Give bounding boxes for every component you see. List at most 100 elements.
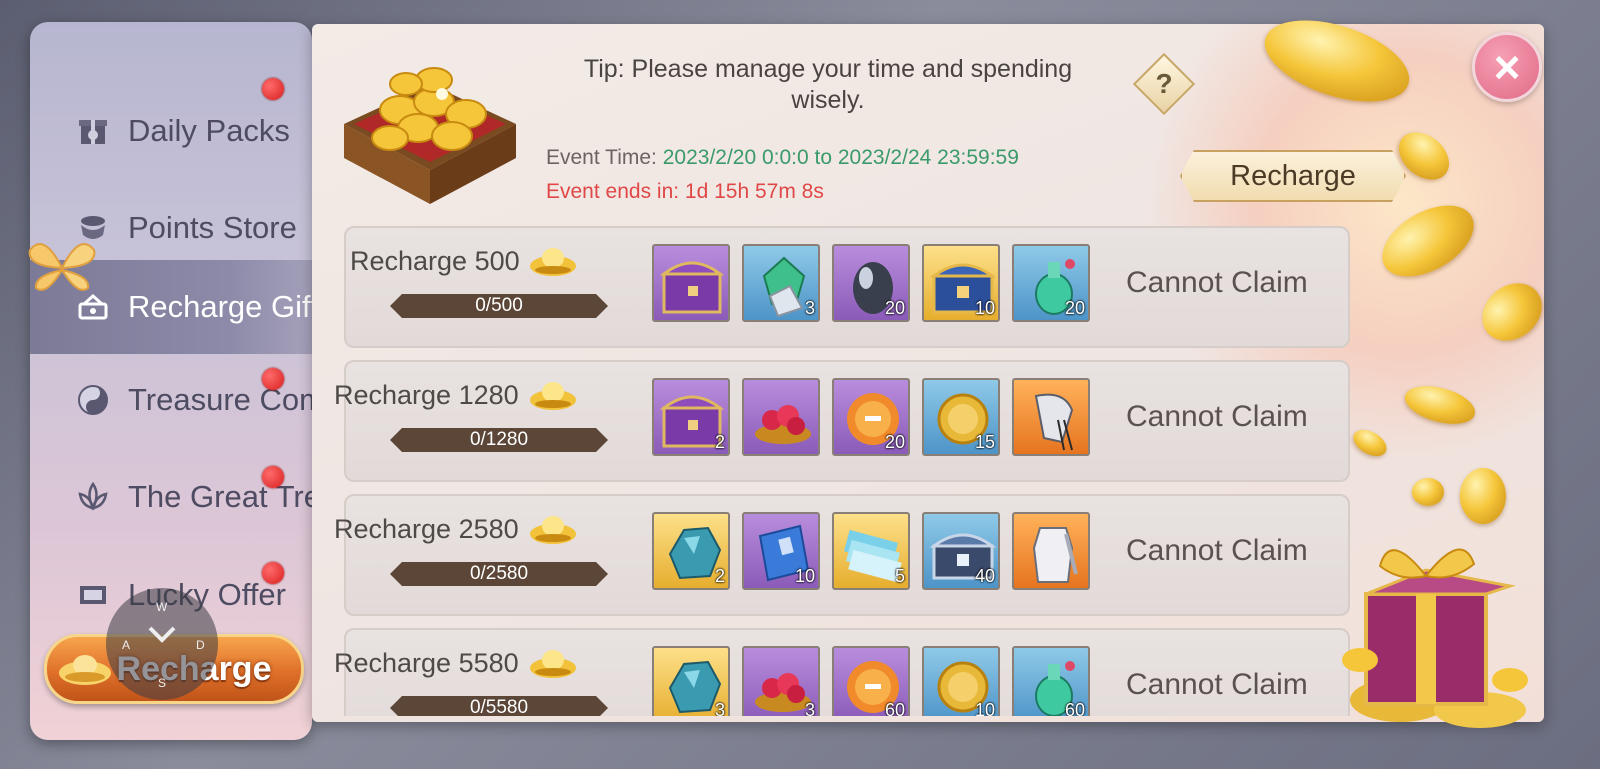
- item-quantity: 60: [1064, 700, 1085, 716]
- gold-ingot-icon: [59, 655, 111, 685]
- reward-row: Recharge 1280 0/1280 2 20 15 Cannot Clai…: [334, 360, 1350, 482]
- fruit-bowl-icon: [755, 405, 811, 444]
- event-time-label: Event Time:: [546, 146, 657, 169]
- reward-item[interactable]: 3: [652, 646, 730, 716]
- sidebar-item-treasure-compass[interactable]: Treasure Compass: [30, 353, 312, 447]
- progress-bar: 0/1280: [390, 428, 608, 452]
- close-button[interactable]: ×: [1472, 32, 1542, 102]
- progress-text: 0/500: [475, 295, 523, 316]
- reward-item[interactable]: [1012, 378, 1090, 456]
- sidebar-item-label: Recharge Gift: [128, 289, 312, 324]
- yin-yang-icon: [76, 383, 110, 417]
- reward-item[interactable]: 60: [832, 646, 910, 716]
- reward-item[interactable]: 60: [1012, 646, 1090, 716]
- close-icon: ×: [1493, 41, 1521, 93]
- lotus-icon: [76, 480, 110, 514]
- item-quantity: 3: [804, 298, 815, 318]
- row-recharge-label: Recharge 2580: [334, 514, 519, 544]
- sidebar-item-label: The Great Treasure: [128, 479, 312, 514]
- notification-badge: [262, 78, 284, 100]
- item-quantity: 2: [714, 432, 725, 452]
- item-quantity: 15: [974, 432, 995, 452]
- notification-badge: [262, 562, 284, 584]
- gold-ingot-icon: [530, 248, 576, 276]
- gold-ingot-icon: [530, 650, 576, 678]
- item-quantity: 3: [804, 700, 815, 716]
- gold-ingot-icon: [530, 516, 576, 544]
- reward-item[interactable]: [652, 244, 730, 322]
- reward-item[interactable]: 20: [832, 244, 910, 322]
- help-icon: ?: [1155, 68, 1173, 99]
- reward-item[interactable]: 3: [742, 244, 820, 322]
- virtual-joystick[interactable]: W A D S: [106, 588, 218, 700]
- reward-item[interactable]: 20: [1012, 244, 1090, 322]
- purple-chest-icon: [659, 261, 725, 314]
- joystick-down-key: S: [158, 676, 167, 690]
- event-countdown: Event ends in: 1d 15h 57m 8s: [546, 180, 824, 203]
- tip-text: Tip: Please manage your time and spendin…: [583, 55, 1073, 114]
- item-quantity: 10: [794, 566, 815, 586]
- progress-bar: 0/5580: [390, 696, 608, 716]
- recharge-button-label: Recharge: [1230, 159, 1356, 192]
- reward-item[interactable]: [742, 378, 820, 456]
- sidebar: Daily Packs Points Store Recharge Gift T…: [30, 22, 312, 740]
- reward-item[interactable]: [1012, 512, 1090, 590]
- row-recharge-label: Recharge 500: [350, 246, 520, 276]
- butterfly-icon: [28, 243, 96, 291]
- armor-piece-icon: [1034, 393, 1074, 451]
- sidebar-item-label: Treasure Compass: [128, 382, 312, 417]
- item-quantity: 40: [974, 566, 995, 586]
- reward-item[interactable]: 10: [922, 244, 1000, 322]
- gift-box-decoration: [1342, 548, 1528, 728]
- notification-badge: [262, 466, 284, 488]
- claim-status: Cannot Claim: [1126, 534, 1308, 567]
- reward-item[interactable]: 2: [652, 512, 730, 590]
- reward-item[interactable]: 20: [832, 378, 910, 456]
- reward-item[interactable]: 10: [922, 646, 1000, 716]
- item-quantity: 20: [884, 298, 905, 318]
- coin-chest-icon: [344, 67, 516, 204]
- white-armor-icon: [1032, 527, 1078, 583]
- sidebar-item-label: Points Store: [128, 210, 297, 245]
- item-quantity: 60: [884, 700, 905, 716]
- event-time: Event Time: 2023/2/20 0:0:0 to 2023/2/24…: [546, 146, 1019, 170]
- reward-row: Recharge 2580 0/2580 2 10 5 40 Cannot Cl…: [334, 494, 1350, 616]
- reward-item[interactable]: 5: [832, 512, 910, 590]
- reward-item[interactable]: 3: [742, 646, 820, 716]
- reward-item[interactable]: 2: [652, 378, 730, 456]
- sidebar-item-great-treasure[interactable]: The Great Treasure: [30, 450, 312, 544]
- reward-row: Recharge 500 0/500 3 20 10 20 Cannot Cla…: [344, 226, 1350, 348]
- progress-text: 0/1280: [469, 429, 529, 450]
- progress-text: 0/5580: [469, 697, 529, 716]
- row-recharge-label: Recharge 5580: [334, 648, 519, 678]
- gift-box-icon: [76, 114, 110, 148]
- event-time-value: 2023/2/20 0:0:0 to 2023/2/24 23:59:59: [662, 146, 1019, 169]
- item-quantity: 10: [974, 298, 995, 318]
- joystick-left-key: A: [122, 638, 131, 652]
- chevron-down-icon: [148, 626, 176, 643]
- row-recharge-label: Recharge 1280: [334, 380, 519, 410]
- reward-row: Recharge 5580 0/5580 3 3 60 10 60 Cannot…: [334, 628, 1350, 716]
- progress-bar: 0/500: [390, 294, 608, 318]
- progress-bar: 0/2580: [390, 562, 608, 586]
- joystick-up-key: W: [156, 600, 168, 614]
- item-quantity: 20: [884, 432, 905, 452]
- item-quantity: 5: [894, 566, 905, 586]
- recharge-button[interactable]: Recharge: [1180, 150, 1406, 202]
- progress-text: 0/2580: [469, 563, 529, 584]
- item-quantity: 10: [974, 700, 995, 716]
- lucky-offer-icon: [76, 578, 110, 612]
- gold-ingot-icon: [530, 382, 576, 410]
- sidebar-item-label: Daily Packs: [128, 113, 290, 148]
- joystick-right-key: D: [196, 638, 205, 652]
- claim-status: Cannot Claim: [1126, 266, 1308, 299]
- notification-badge: [262, 368, 284, 390]
- reward-item[interactable]: 15: [922, 378, 1000, 456]
- reward-item[interactable]: 40: [922, 512, 1000, 590]
- reward-item[interactable]: 10: [742, 512, 820, 590]
- item-quantity: 3: [714, 700, 725, 716]
- claim-status: Cannot Claim: [1126, 400, 1308, 433]
- claim-status: Cannot Claim: [1126, 668, 1308, 701]
- item-quantity: 20: [1064, 298, 1085, 318]
- item-quantity: 2: [714, 566, 725, 586]
